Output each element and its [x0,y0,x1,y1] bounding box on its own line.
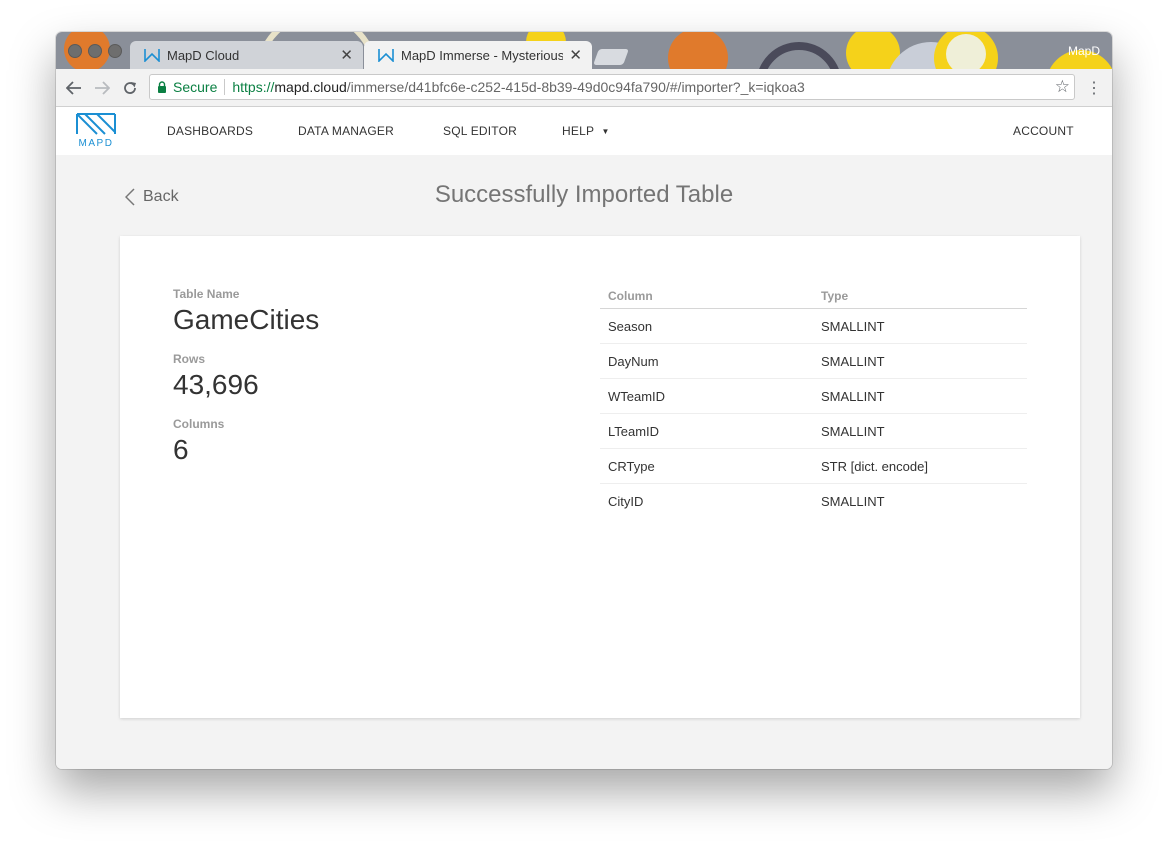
rows-label: Rows [173,352,206,366]
close-icon[interactable]: ✕ [569,46,582,64]
profile-name[interactable]: MapD [1068,44,1100,58]
logo-text: MAPD [78,138,114,149]
back-arrow-icon[interactable] [63,77,85,99]
column-type-cell: SMALLINT [821,493,885,509]
mapd-logo[interactable]: MAPD [75,112,117,150]
table-row: DayNum SMALLINT [600,343,1027,379]
column-name-cell: DayNum [600,343,813,379]
window-close-button[interactable] [68,44,82,58]
star-icon[interactable]: ☆ [1055,77,1070,97]
rows-value: 43,696 [173,369,259,400]
mapd-favicon-icon [378,49,394,62]
nav-help[interactable]: HELP ▼ [562,124,610,138]
column-name-cell: CityID [608,493,644,509]
background-decoration [946,34,986,69]
table-row: LTeamID SMALLINT [600,413,1027,449]
secure-label: Secure [173,79,218,95]
column-name-cell: CRType [600,448,813,484]
table-name-label: Table Name [173,287,240,301]
column-header: Column [600,284,813,309]
schema-table: Column Type Season SMALLINT DayNum SMALL… [600,284,1027,518]
new-tab-button[interactable] [593,49,629,65]
tab-mapd-immerse[interactable]: MapD Immerse - Mysterious C ✕ [364,41,592,69]
main-content: Back Successfully Imported Table Table N… [56,155,1112,769]
reload-icon[interactable] [119,77,141,99]
app-nav: MAPD DASHBOARDS DATA MANAGER SQL EDITOR … [56,107,1112,155]
column-type-cell: STR [dict. encode] [813,448,1027,484]
columns-label: Columns [173,417,225,431]
table-row: Season SMALLINT [600,308,1027,344]
table-row: CRType STR [dict. encode] [600,448,1027,484]
lock-icon [158,81,166,93]
tab-mapd-cloud[interactable]: MapD Cloud ✕ [130,41,363,69]
nav-sql-editor[interactable]: SQL EDITOR [443,124,517,138]
nav-account[interactable]: ACCOUNT [1013,124,1074,138]
window-minimize-button[interactable] [88,44,102,58]
column-name-cell: LTeamID [600,413,813,449]
columns-value: 6 [173,434,189,465]
schema-header-row: Column Type [600,284,1027,309]
browser-toolbar: Secure https://mapd.cloud/immerse/d41bfc… [56,69,1112,107]
close-icon[interactable]: ✕ [340,46,353,64]
column-type-cell: SMALLINT [813,413,1027,449]
mapd-logo-icon [76,113,116,135]
column-type-cell: SMALLINT [813,343,1027,379]
nav-help-label: HELP [562,124,594,138]
tab-title: MapD Cloud [167,47,240,63]
column-type-cell: SMALLINT [813,378,1027,414]
type-header: Type [813,284,1027,309]
url-text: https://mapd.cloud/immerse/d41bfc6e-c252… [232,79,805,95]
divider [224,79,226,95]
nav-dashboards[interactable]: DASHBOARDS [167,124,253,138]
caret-down-icon: ▼ [601,127,610,136]
table-row: WTeamID SMALLINT [600,378,1027,414]
page-title: Successfully Imported Table [434,181,734,208]
table-name-value: GameCities [173,304,320,335]
forward-arrow-icon[interactable] [91,77,113,99]
browser-window: MapD Cloud ✕ MapD Immerse - Mysterious C… [56,32,1112,769]
nav-data-manager[interactable]: DATA MANAGER [298,124,394,138]
tab-strip: MapD Cloud ✕ MapD Immerse - Mysterious C… [56,32,1112,69]
column-name-cell: Season [600,308,813,344]
background-decoration [668,32,728,69]
background-decoration [756,42,842,69]
window-zoom-button[interactable] [108,44,122,58]
import-summary-card: Table Name GameCities Rows 43,696 Column… [120,236,1080,718]
menu-dots-icon[interactable]: ⋮ [1086,78,1102,98]
table-row: CityID SMALLINT [600,484,1027,519]
mapd-favicon-icon [144,49,160,62]
address-bar[interactable]: Secure https://mapd.cloud/immerse/d41bfc… [149,74,1075,100]
tab-title: MapD Immerse - Mysterious C [401,47,564,63]
column-type-cell: SMALLINT [813,308,1027,344]
column-name-cell: WTeamID [600,378,813,414]
